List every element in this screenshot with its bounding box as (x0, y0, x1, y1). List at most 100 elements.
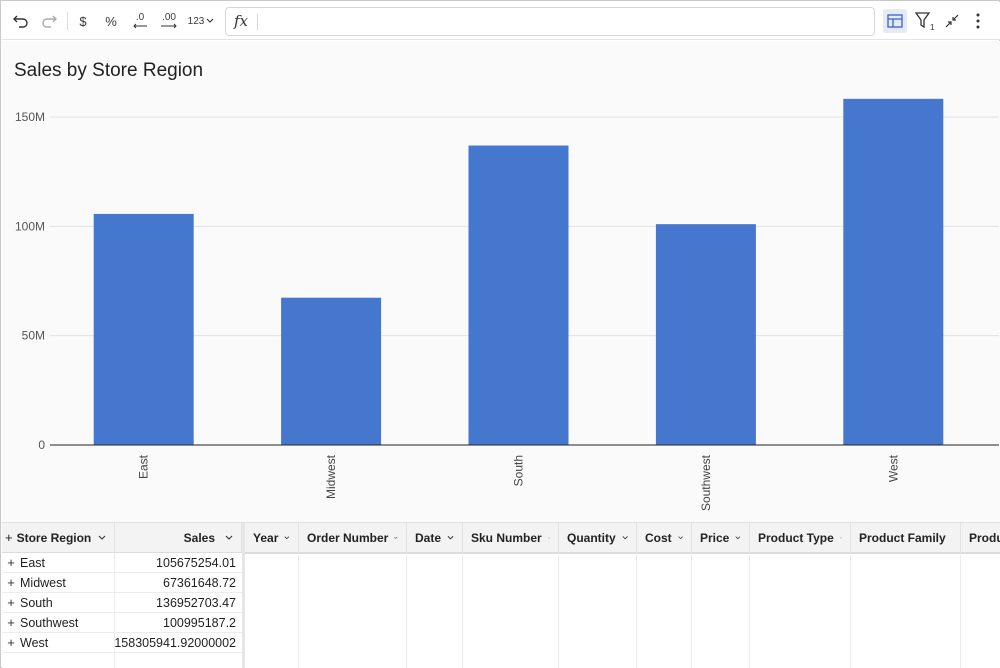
cell-sales: 105675254.01 (156, 556, 236, 570)
header-label: Product Type (758, 530, 834, 545)
column-divider (462, 553, 463, 668)
header-label: Order Number (307, 530, 389, 545)
collapse-icon (945, 14, 959, 28)
percent-format-button[interactable]: % (102, 10, 120, 32)
column-header-product-type[interactable]: Product Type (750, 523, 851, 553)
header-label: Cost (645, 530, 672, 545)
header-label: Sales (183, 530, 215, 545)
percent-label: % (105, 13, 117, 29)
x-tick-label: South (512, 455, 526, 486)
expand-row-icon[interactable]: + (5, 616, 17, 630)
increase-decimals-label: .00 (162, 12, 176, 23)
x-tick-label: Southwest (699, 454, 713, 511)
formula-input[interactable] (262, 11, 867, 32)
filter-icon: 1 (914, 12, 935, 31)
header-label: Price (700, 530, 730, 545)
column-header-produc[interactable]: Produc (961, 523, 1000, 553)
cell-store-region: East (20, 556, 46, 570)
number-format-dropdown[interactable]: 123 (187, 10, 215, 32)
column-divider (960, 553, 961, 668)
decrease-decimals-button[interactable]: .0 (129, 10, 151, 32)
column-header-cost[interactable]: Cost (637, 523, 692, 553)
table-view-button[interactable] (883, 9, 907, 33)
header-label: Quantity (567, 530, 616, 545)
formula-separator (257, 14, 258, 30)
bar-southwest[interactable] (655, 224, 756, 445)
redo-icon (42, 15, 57, 28)
column-divider (558, 553, 559, 668)
chevron-down-icon (206, 18, 214, 23)
column-divider (298, 553, 299, 668)
bar-east[interactable] (93, 213, 194, 445)
column-header-price[interactable]: Price (692, 523, 750, 553)
formula-bar: fx (225, 7, 875, 36)
chevron-down-icon (735, 535, 741, 539)
app-window: $ % .0 .00 123 fx 1 Sales by Store Regio… (0, 0, 1000, 668)
y-tick-label: 150M (15, 110, 45, 124)
more-vertical-icon (976, 13, 980, 29)
chevron-down-icon (839, 536, 842, 538)
expand-row-icon[interactable]: + (5, 556, 17, 570)
toolbar-separator (67, 12, 68, 30)
table-icon (887, 14, 903, 28)
cell-sales: 136952703.47 (156, 596, 236, 610)
cell-store-region: South (20, 596, 53, 610)
arrow-right-icon (161, 23, 177, 29)
chevron-down-icon (547, 536, 550, 539)
decrease-decimals-label: .0 (135, 12, 145, 23)
header-label: Product Family (859, 530, 946, 545)
bar-chart: 0 50M 100M 150M East Midwest South Southwest Wes… (15, 98, 999, 511)
cell-store-region: Midwest (20, 576, 66, 590)
collapse-button[interactable] (941, 10, 963, 32)
x-tick-label: Midwest (324, 454, 338, 499)
column-divider (749, 553, 750, 668)
increase-decimals-button[interactable]: .00 (157, 10, 181, 32)
expand-row-icon[interactable]: + (5, 576, 17, 590)
table-row[interactable]: + South 136952703.47 (2, 593, 242, 613)
data-table: + Store Region Sales + East 105675254.01 + M… (2, 522, 1000, 668)
column-header-quantity[interactable]: Quantity (559, 523, 637, 553)
table-row[interactable]: + West 158305941.92000002 (2, 633, 242, 653)
redo-button[interactable] (38, 10, 60, 32)
bar-west[interactable] (843, 98, 944, 445)
chevron-down-icon (225, 535, 233, 540)
more-options-button[interactable] (969, 10, 987, 32)
y-tick-label: 50M (22, 329, 45, 343)
table-row[interactable]: + East 105675254.01 (2, 553, 242, 573)
header-label: Date (415, 530, 442, 545)
toolbar: $ % .0 .00 123 fx 1 (2, 2, 1000, 40)
bar-midwest[interactable] (281, 297, 382, 445)
column-divider (636, 553, 637, 668)
filter-button[interactable]: 1 (913, 10, 937, 32)
expand-all-icon[interactable]: + (5, 530, 13, 545)
chevron-down-icon (284, 535, 290, 539)
expand-row-icon[interactable]: + (5, 636, 17, 650)
column-header-product-family[interactable]: Product Family (851, 523, 961, 553)
currency-format-button[interactable]: $ (74, 10, 92, 32)
undo-button[interactable] (10, 10, 32, 32)
header-label: Store Region (16, 530, 92, 545)
header-border (245, 553, 1000, 554)
x-tick-label: West (886, 454, 900, 482)
number-format-label: 123 (187, 15, 205, 27)
cell-sales: 67361648.72 (163, 576, 236, 590)
arrow-left-icon (133, 23, 147, 29)
chevron-down-icon (946, 535, 952, 541)
column-divider (850, 553, 851, 668)
chart-area: Sales by Store Region 0 50M 100M 150M East Mi… (2, 41, 1000, 522)
currency-label: $ (79, 13, 87, 29)
bar-south[interactable] (468, 145, 569, 445)
table-row[interactable]: + Midwest 67361648.72 (2, 573, 242, 593)
fx-icon: fx (234, 12, 249, 30)
header-label: Produc (969, 530, 1000, 545)
cell-sales: 100995187.2 (163, 616, 236, 630)
header-label: Sku Number (471, 530, 542, 545)
table-row[interactable]: + Southwest 100995187.2 (2, 613, 242, 633)
column-header-store-region[interactable]: + Store Region (2, 523, 115, 553)
column-header-sales[interactable]: Sales (115, 523, 242, 553)
column-header-order-number[interactable]: Order Number (299, 523, 407, 553)
column-header-date[interactable]: Date (407, 523, 463, 553)
column-header-year[interactable]: Year (245, 523, 299, 553)
expand-row-icon[interactable]: + (5, 596, 17, 610)
column-header-sku-number[interactable]: Sku Number (463, 523, 559, 553)
